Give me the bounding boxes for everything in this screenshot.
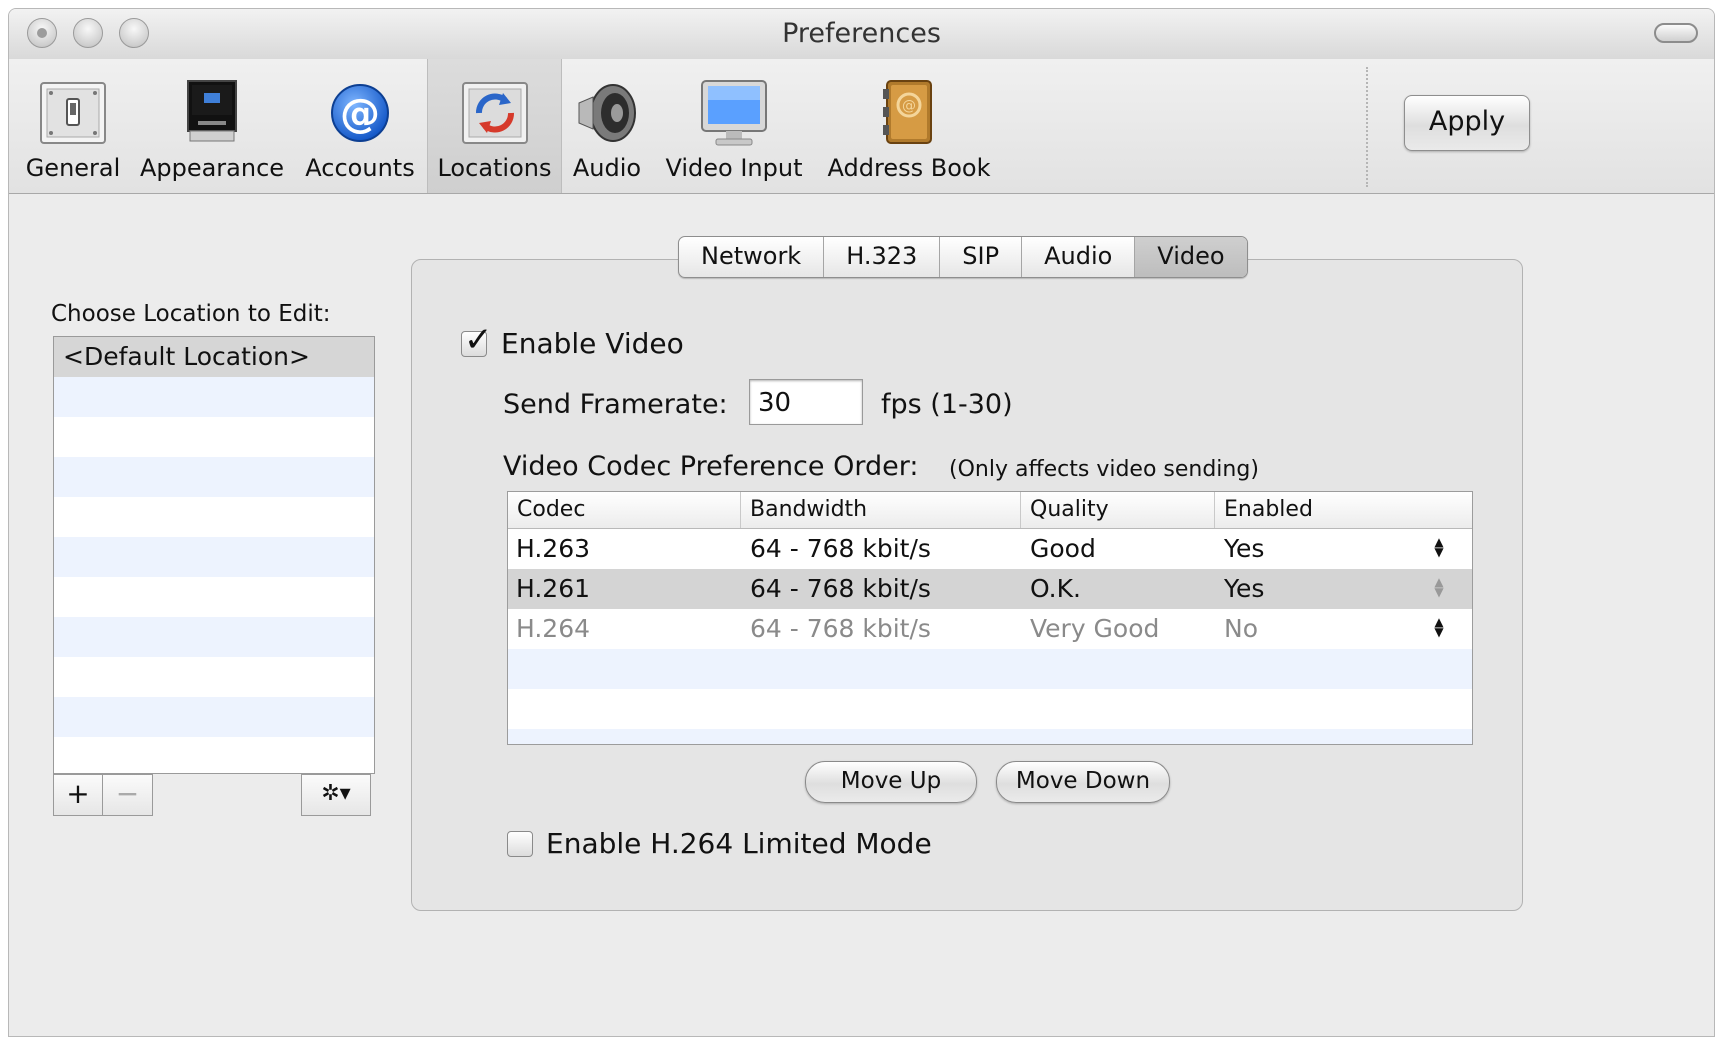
toolbar-item-appearance[interactable]: Appearance (137, 59, 287, 193)
list-item[interactable]: <Default Location> (54, 337, 374, 377)
empty-list-row (54, 417, 374, 457)
toolbar-item-label: Locations (437, 154, 552, 182)
move-up-button[interactable]: Move Up (805, 761, 977, 803)
toolbar-item-label: Appearance (139, 154, 285, 182)
column-header-codec[interactable]: Codec (508, 492, 741, 528)
tab-sip[interactable]: SIP (940, 237, 1023, 277)
toolbar-item-audio[interactable]: Audio (567, 59, 647, 193)
codec-table[interactable]: Codec Bandwidth Quality Enabled H.263 64… (507, 491, 1473, 745)
locations-icon (461, 82, 528, 144)
toolbar-item-locations[interactable]: Locations (427, 59, 562, 193)
settings-tabs: Network H.323 SIP Audio Video (678, 236, 1248, 278)
remove-location-button[interactable]: − (103, 774, 153, 816)
toolbar-item-general[interactable]: General (15, 59, 131, 193)
svg-text:@: @ (340, 91, 380, 137)
toolbar-item-accounts[interactable]: @ Accounts (299, 59, 421, 193)
preferences-toolbar: General Appearance @ Accounts Locations … (9, 59, 1714, 194)
tab-audio[interactable]: Audio (1022, 237, 1136, 277)
up-down-arrows-icon[interactable]: ▲ ▼ (1432, 616, 1446, 641)
toolbar-toggle-button[interactable] (1654, 23, 1698, 43)
empty-table-row (508, 729, 1472, 744)
empty-list-row (54, 377, 374, 417)
cell-codec: H.263 (516, 534, 591, 563)
tab-h323[interactable]: H.323 (824, 237, 941, 277)
speaker-icon (578, 84, 636, 142)
framerate-input[interactable]: 30 (749, 379, 863, 425)
tab-network[interactable]: Network (679, 237, 825, 277)
table-row[interactable]: H.264 64 - 768 kbit/s Very Good No ▲ ▼ (508, 609, 1472, 649)
up-down-arrows-icon[interactable]: ▲ ▼ (1432, 576, 1446, 601)
empty-table-row (508, 649, 1472, 689)
empty-list-row (54, 537, 374, 577)
column-header-quality[interactable]: Quality (1021, 492, 1215, 528)
codec-order-note: (Only affects video sending) (949, 457, 1259, 482)
framerate-unit: fps (1-30) (881, 389, 1013, 420)
cell-bandwidth: 64 - 768 kbit/s (750, 534, 931, 563)
at-sign-icon: @ (331, 84, 389, 142)
move-down-button[interactable]: Move Down (996, 761, 1170, 803)
framerate-label: Send Framerate: (503, 389, 728, 420)
empty-list-row (54, 697, 374, 737)
enable-video-checkbox[interactable]: ✓ (461, 320, 493, 360)
empty-table-row (508, 689, 1472, 729)
limited-mode-checkbox[interactable] (507, 831, 533, 857)
toolbar-item-label: Audio (572, 154, 642, 182)
display-icon (701, 80, 767, 146)
table-header: Codec Bandwidth Quality Enabled (508, 492, 1472, 529)
codec-order-label: Video Codec Preference Order: (503, 451, 919, 482)
location-list-label: Choose Location to Edit: (51, 301, 331, 327)
enable-video-label: Enable Video (501, 327, 684, 360)
toolbar-item-address-book[interactable]: @ Address Book (819, 59, 999, 193)
title-bar: Preferences (9, 9, 1714, 59)
cell-enabled[interactable]: No (1224, 609, 1258, 649)
cell-codec: H.261 (516, 574, 591, 603)
column-header-enabled[interactable]: Enabled (1215, 492, 1472, 528)
toolbar-item-video-input[interactable]: Video Input (659, 59, 809, 193)
window-title: Preferences (782, 18, 941, 49)
table-row[interactable]: H.261 64 - 768 kbit/s O.K. Yes ▲ ▼ (508, 569, 1472, 609)
cell-enabled[interactable]: Yes (1224, 569, 1264, 609)
cell-quality: Good (1030, 534, 1096, 563)
empty-list-row (54, 737, 374, 773)
toolbar-item-label: Video Input (665, 154, 803, 182)
empty-list-row (54, 457, 374, 497)
svg-text:@: @ (902, 98, 916, 114)
limited-mode-label: Enable H.264 Limited Mode (546, 827, 932, 860)
cell-quality: O.K. (1030, 574, 1081, 603)
toolbar-item-label: Accounts (305, 154, 415, 182)
switch-icon (40, 82, 106, 144)
cell-enabled[interactable]: Yes (1224, 529, 1264, 569)
cell-codec: H.264 (516, 614, 591, 643)
location-action-menu[interactable]: ✲▾ (301, 774, 371, 816)
checkmark-icon: ✓ (464, 320, 493, 360)
table-row[interactable]: H.263 64 - 768 kbit/s Good Yes ▲ ▼ (508, 529, 1472, 569)
toolbar-item-label: Address Book (827, 154, 991, 182)
location-list[interactable]: <Default Location> (53, 336, 375, 774)
monitor-icon (187, 80, 237, 142)
address-book-icon: @ (883, 80, 932, 144)
apply-button[interactable]: Apply (1404, 95, 1530, 151)
cell-bandwidth: 64 - 768 kbit/s (750, 574, 931, 603)
column-header-bandwidth[interactable]: Bandwidth (741, 492, 1021, 528)
add-location-button[interactable]: + (53, 774, 103, 816)
empty-list-row (54, 497, 374, 537)
empty-list-row (54, 657, 374, 697)
up-down-arrows-icon[interactable]: ▲ ▼ (1432, 536, 1446, 561)
tab-video[interactable]: Video (1135, 237, 1247, 277)
cell-quality: Very Good (1030, 614, 1160, 643)
empty-list-row (54, 617, 374, 657)
empty-list-row (54, 577, 374, 617)
toolbar-divider (1366, 67, 1368, 187)
toolbar-item-label: General (25, 154, 121, 182)
cell-bandwidth: 64 - 768 kbit/s (750, 614, 931, 643)
preferences-window: Preferences General Appearance @ Account… (8, 8, 1715, 1037)
